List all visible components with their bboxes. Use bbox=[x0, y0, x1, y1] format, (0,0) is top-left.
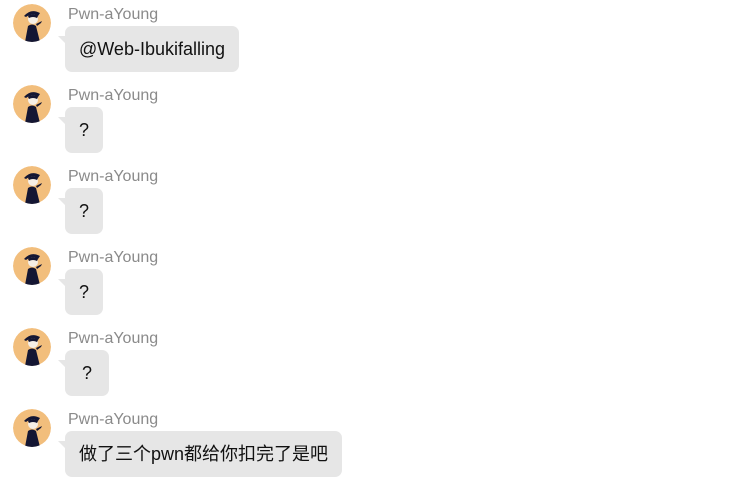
sender-name: Pwn-aYoung bbox=[68, 6, 159, 23]
user-avatar-icon[interactable] bbox=[13, 166, 51, 204]
message-bubble: ? bbox=[57, 350, 110, 396]
chat-message: Pwn-aYoung ? bbox=[0, 324, 739, 405]
user-avatar-icon[interactable] bbox=[13, 247, 51, 285]
chat-message: Pwn-aYoung @Web-Ibukifalling bbox=[0, 0, 739, 81]
sender-name: Pwn-aYoung bbox=[68, 249, 159, 266]
message-bubble: ? bbox=[57, 269, 104, 315]
chat-message: Pwn-aYoung ? bbox=[0, 162, 739, 243]
sender-name: Pwn-aYoung bbox=[68, 411, 159, 428]
sender-name: Pwn-aYoung bbox=[68, 87, 159, 104]
chat-message: Pwn-aYoung ? bbox=[0, 81, 739, 162]
user-avatar-icon[interactable] bbox=[13, 328, 51, 366]
chat-message-list: Pwn-aYoung @Web-Ibukifalling Pwn-aYoung … bbox=[0, 0, 739, 488]
user-avatar-icon[interactable] bbox=[13, 85, 51, 123]
message-bubble: ? bbox=[57, 107, 104, 153]
sender-name: Pwn-aYoung bbox=[68, 168, 159, 185]
message-bubble: 做了三个pwn都给你扣完了是吧 bbox=[57, 431, 343, 477]
user-avatar-icon[interactable] bbox=[13, 409, 51, 447]
message-bubble: @Web-Ibukifalling bbox=[57, 26, 240, 72]
user-avatar-icon[interactable] bbox=[13, 4, 51, 42]
sender-name: Pwn-aYoung bbox=[68, 330, 159, 347]
message-bubble: ? bbox=[57, 188, 104, 234]
chat-message: Pwn-aYoung ? bbox=[0, 243, 739, 324]
chat-message: Pwn-aYoung 做了三个pwn都给你扣完了是吧 bbox=[0, 405, 739, 486]
